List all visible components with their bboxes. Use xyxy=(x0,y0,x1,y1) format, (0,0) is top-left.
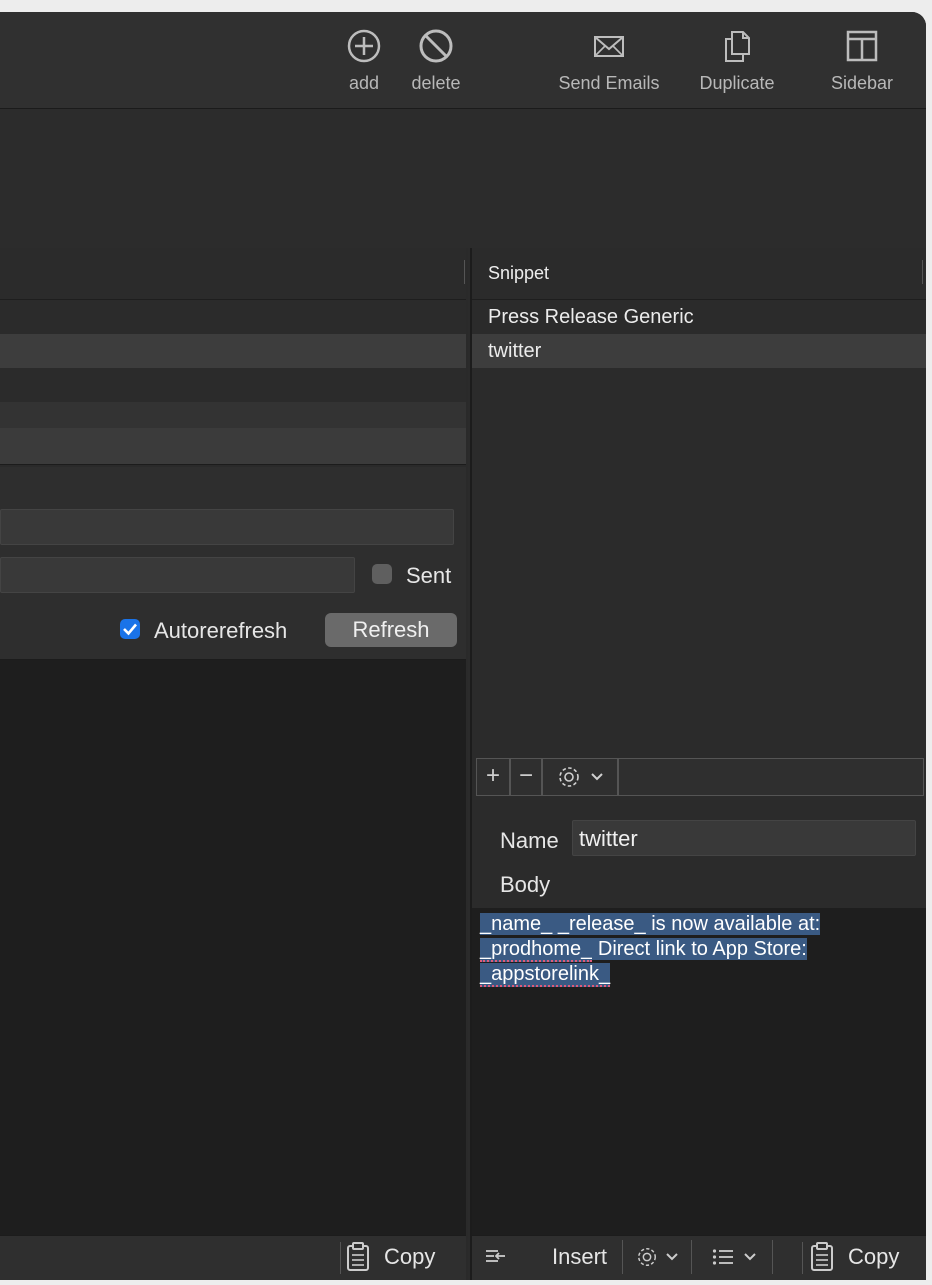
gear-icon xyxy=(638,1248,656,1266)
checkmark-icon xyxy=(123,623,137,636)
snippet-item[interactable]: Press Release Generic xyxy=(472,300,926,334)
text-direction-icon[interactable] xyxy=(484,1246,506,1273)
sidebar-icon xyxy=(846,30,878,62)
body-line: Direct link to App Store: xyxy=(592,938,807,960)
delete-button[interactable]: delete xyxy=(403,28,469,94)
list-row[interactable] xyxy=(0,300,466,334)
envelope-icon xyxy=(594,36,624,57)
delete-label: delete xyxy=(411,73,461,93)
body-token: _appstorelink_ xyxy=(480,963,611,987)
body-text[interactable]: _name_ _release_ is now available at: _p… xyxy=(480,912,920,987)
snippet-item-selected[interactable]: twitter xyxy=(472,334,926,368)
right-bottom-bar: Insert Copy xyxy=(472,1235,926,1280)
gear-icon xyxy=(559,767,579,787)
snippet-header-label: Snippet xyxy=(488,263,550,283)
list-row[interactable] xyxy=(0,428,466,465)
list-header xyxy=(0,248,466,300)
list-row[interactable] xyxy=(0,402,466,428)
sidebar-button[interactable]: Sidebar xyxy=(822,28,902,94)
list-row-selected[interactable] xyxy=(0,334,466,368)
left-panel: Sent Autorerefresh Refresh Copy xyxy=(0,248,468,1280)
send-emails-button[interactable]: Send Emails xyxy=(548,28,670,94)
snippet-panel: Snippet Press Release Generic twitter + … xyxy=(470,248,926,1280)
left-bottom-bar: Copy xyxy=(0,1235,466,1280)
column-divider xyxy=(922,260,923,284)
add-button[interactable]: add xyxy=(340,28,388,94)
recipient-field[interactable] xyxy=(0,557,355,593)
name-field[interactable]: twitter xyxy=(572,820,916,856)
autorefresh-label: Autorerefresh xyxy=(154,618,288,643)
copy-button[interactable]: Copy xyxy=(346,1242,435,1272)
chevron-down-icon xyxy=(591,773,603,781)
clipboard-icon xyxy=(811,1242,833,1271)
divider xyxy=(802,1242,803,1274)
clipboard-icon xyxy=(347,1242,369,1271)
send-emails-label: Send Emails xyxy=(558,73,660,93)
body-line: _name_ _release_ is now available at: xyxy=(480,913,821,935)
add-icon xyxy=(347,29,381,63)
copy-label: Copy xyxy=(384,1244,436,1269)
list-icon xyxy=(712,1249,733,1265)
autorefresh-checkbox[interactable] xyxy=(120,619,140,639)
refresh-button[interactable]: Refresh xyxy=(325,613,457,647)
duplicate-icon xyxy=(725,31,750,62)
chevron-down-icon xyxy=(744,1253,756,1261)
column-divider xyxy=(464,260,465,284)
subject-field[interactable] xyxy=(0,509,454,545)
app-window: add delete Send Emails Duplicate Sidebar… xyxy=(0,12,926,1280)
preview-pane xyxy=(0,660,466,1236)
list-row[interactable] xyxy=(0,368,466,402)
segment-filler xyxy=(618,758,924,796)
snippet-column-header: Snippet xyxy=(472,248,926,300)
sent-checkbox[interactable] xyxy=(372,564,392,584)
detail-form: Sent Autorerefresh Refresh xyxy=(0,467,466,660)
divider xyxy=(340,1242,341,1274)
prohibited-icon xyxy=(419,29,453,63)
add-label: add xyxy=(348,73,380,93)
copy-label: Copy xyxy=(848,1244,900,1269)
chevron-down-icon xyxy=(666,1253,678,1261)
insert-options-menu[interactable] xyxy=(622,1240,692,1274)
toolbar: add delete Send Emails Duplicate Sidebar xyxy=(0,12,926,109)
insert-button[interactable]: Insert xyxy=(552,1244,607,1270)
sidebar-label: Sidebar xyxy=(830,73,894,93)
body-token: _prodhome_ xyxy=(480,938,593,962)
name-label: Name xyxy=(500,828,559,853)
duplicate-label: Duplicate xyxy=(699,73,775,93)
snippet-list-empty xyxy=(472,368,926,758)
duplicate-button[interactable]: Duplicate xyxy=(688,28,786,94)
body-label: Body xyxy=(500,872,551,897)
add-snippet-button[interactable]: + xyxy=(476,758,510,796)
list-format-menu[interactable] xyxy=(696,1240,773,1274)
remove-snippet-button[interactable]: − xyxy=(510,758,542,796)
snippet-actions-menu[interactable] xyxy=(542,758,618,796)
copy-button[interactable]: Copy xyxy=(810,1242,899,1272)
sent-label: Sent xyxy=(406,563,452,588)
header-area xyxy=(0,109,926,248)
